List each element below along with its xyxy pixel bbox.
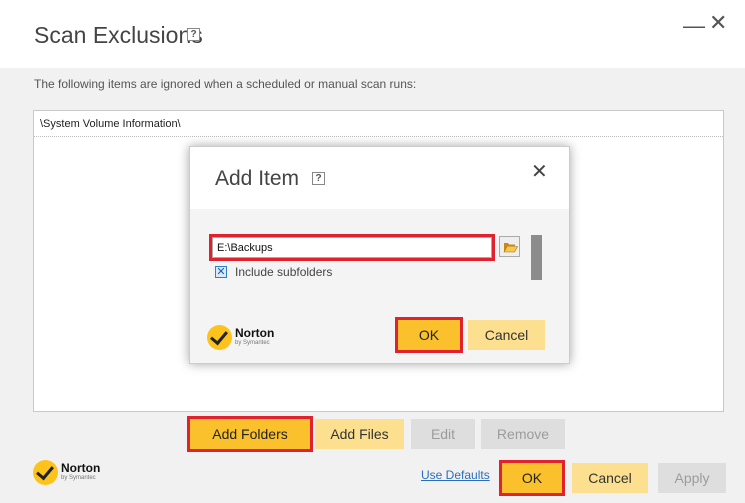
cancel-button[interactable]: Cancel — [572, 463, 648, 493]
add-folders-button[interactable]: Add Folders — [187, 416, 313, 452]
exclusions-description: The following items are ignored when a s… — [34, 77, 417, 91]
list-item[interactable]: \System Volume Information\ — [34, 111, 723, 137]
add-item-dialog: Add Item ? ✕ ✕ Include subfolders Norton… — [189, 146, 570, 364]
norton-logo: Norton by Symantec — [33, 460, 100, 485]
help-icon[interactable]: ? — [187, 28, 200, 41]
window-title: Scan Exclusions ? — [34, 22, 203, 49]
brand-sub: by Symantec — [61, 474, 96, 481]
include-subfolders-checkbox[interactable]: ✕ — [215, 266, 227, 278]
remove-button[interactable]: Remove — [481, 419, 565, 449]
dialog-title: Add Item ? — [215, 167, 325, 191]
dialog-scrollbar[interactable] — [531, 235, 542, 280]
dialog-ok-button[interactable]: OK — [395, 317, 463, 353]
window-header: Scan Exclusions ? — ✕ — [0, 0, 745, 68]
folder-open-icon — [503, 243, 518, 253]
minimize-icon[interactable]: — — [683, 13, 705, 39]
use-defaults-link[interactable]: Use Defaults — [421, 468, 490, 482]
apply-button[interactable]: Apply — [658, 463, 726, 493]
dialog-help-icon[interactable]: ? — [312, 172, 325, 185]
browse-folder-button[interactable] — [499, 236, 520, 257]
brand-name: Norton — [61, 460, 101, 475]
path-input[interactable] — [209, 234, 495, 261]
ok-button[interactable]: OK — [499, 460, 565, 496]
dialog-norton-logo: Norton by Symantec — [207, 325, 274, 350]
include-subfolders-label: Include subfolders — [235, 265, 333, 279]
edit-button[interactable]: Edit — [411, 419, 475, 449]
dialog-close-icon[interactable]: ✕ — [531, 159, 548, 184]
brand-name: Norton — [235, 325, 275, 340]
norton-check-icon — [207, 325, 232, 350]
close-icon[interactable]: ✕ — [709, 10, 727, 36]
window-title-text: Scan Exclusions — [34, 22, 203, 48]
add-files-button[interactable]: Add Files — [315, 419, 404, 449]
include-subfolders-row[interactable]: ✕ Include subfolders — [215, 265, 332, 279]
dialog-cancel-button[interactable]: Cancel — [468, 320, 545, 350]
norton-check-icon — [33, 460, 58, 485]
brand-sub: by Symantec — [235, 339, 270, 346]
dialog-header: Add Item ? ✕ — [190, 147, 569, 209]
dialog-title-text: Add Item — [215, 167, 300, 190]
